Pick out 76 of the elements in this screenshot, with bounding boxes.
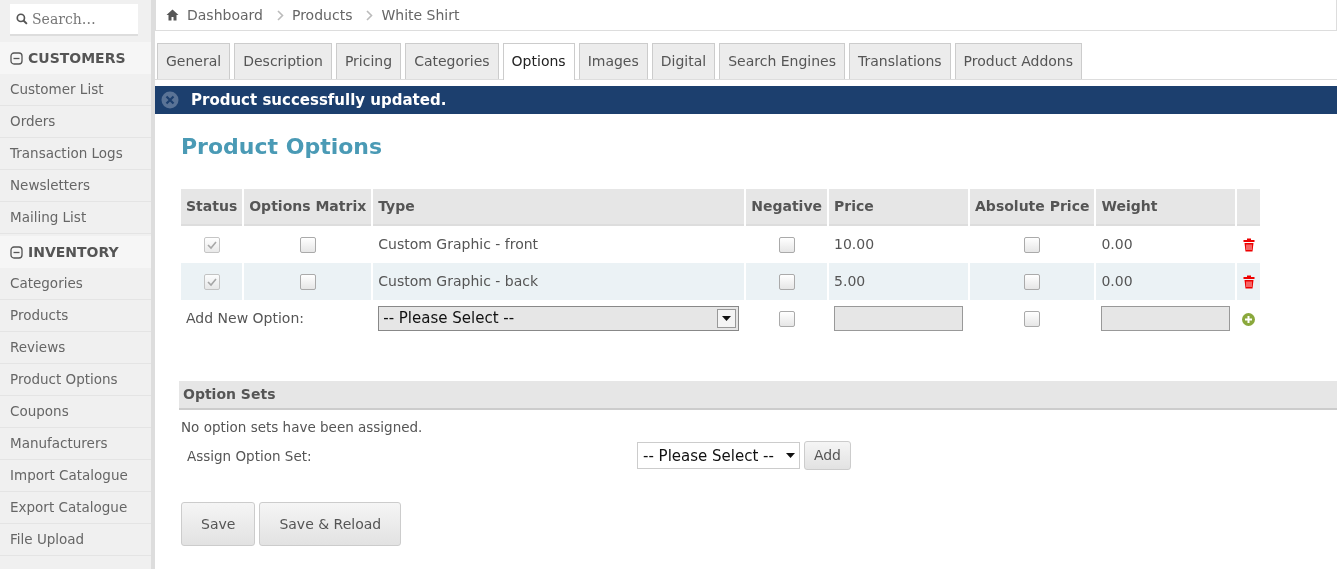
sidebar-item[interactable]: Mailing List — [0, 202, 151, 234]
field-label: Add New Option: — [185, 309, 305, 328]
sidebar-item[interactable]: Transaction Logs — [0, 138, 151, 170]
section-header[interactable]: CUSTOMERS — [0, 42, 151, 74]
checkbox[interactable] — [778, 311, 795, 327]
column-header: Options Matrix — [244, 189, 372, 226]
chevron-icon — [366, 9, 374, 21]
save-button[interactable]: Save — [181, 502, 256, 547]
table-cell: 0.00 — [1096, 263, 1236, 300]
add-button[interactable]: Add — [803, 441, 851, 471]
field-label: Assign Option Set: — [187, 446, 313, 466]
close-icon[interactable] — [161, 91, 179, 109]
tab[interactable]: Search Engines — [719, 43, 845, 79]
dropdown-arrow-icon — [722, 316, 732, 321]
dropdown-arrow-icon — [785, 453, 795, 459]
checkbox[interactable] — [778, 237, 795, 253]
table-cell-text: 10.00 — [833, 235, 876, 254]
sidebar-item[interactable]: Customer List — [0, 74, 151, 106]
tab[interactable]: Description — [234, 43, 332, 79]
column-header: Absolute Price — [970, 189, 1095, 226]
column-header: Negative — [746, 189, 828, 226]
tab[interactable]: Images — [578, 43, 648, 79]
option-set-select[interactable]: -- Please Select -- — [637, 442, 800, 470]
option-type-select[interactable]: -- Please Select -- — [378, 306, 740, 331]
sidebar-item[interactable]: Export Catalogue — [0, 492, 151, 524]
search-field[interactable]: Search… — [10, 4, 138, 36]
column-header: Weight — [1096, 189, 1236, 226]
home-icon — [166, 9, 179, 21]
tab[interactable]: Options — [502, 43, 575, 80]
trash-icon[interactable] — [1242, 275, 1255, 289]
tab[interactable]: Digital — [651, 43, 716, 79]
checkbox[interactable] — [778, 274, 795, 290]
breadcrumb-link[interactable]: Products — [291, 4, 353, 26]
table-cell: Custom Graphic - back — [373, 263, 745, 300]
tab[interactable]: Pricing — [335, 43, 402, 79]
section-title: INVENTORY — [28, 243, 119, 262]
section-title: Option Sets — [183, 385, 276, 404]
sidebar-item[interactable]: Coupons — [0, 396, 151, 428]
checkbox[interactable] — [299, 237, 316, 253]
tab[interactable]: Categories — [405, 43, 499, 79]
sidebar-item[interactable]: Reviews — [0, 332, 151, 364]
add-icon[interactable] — [1242, 312, 1256, 326]
breadcrumb-link[interactable]: White Shirt — [381, 4, 460, 26]
weight-input[interactable] — [1101, 306, 1231, 331]
checkbox[interactable] — [1024, 311, 1041, 327]
sidebar-item[interactable]: Products — [0, 300, 151, 332]
search-icon — [16, 11, 28, 27]
sidebar-item[interactable]: Newsletters — [0, 170, 151, 202]
column-header: Status — [181, 189, 243, 226]
sidebar-item[interactable]: Orders — [0, 106, 151, 138]
table-cell-text: Custom Graphic - front — [377, 235, 540, 254]
sidebar-item[interactable]: Manufacturers — [0, 428, 151, 460]
price-input[interactable] — [834, 306, 964, 331]
section-header[interactable]: INVENTORY — [0, 236, 151, 268]
page-heading: Product Options — [181, 133, 384, 161]
column-header: Type — [373, 189, 745, 226]
sidebar-item[interactable]: Product Options — [0, 364, 151, 396]
checkbox[interactable] — [1024, 237, 1041, 253]
checkbox[interactable] — [1024, 274, 1041, 290]
tab[interactable]: Translations — [849, 43, 951, 79]
checkbox[interactable] — [299, 274, 316, 290]
tab[interactable]: Product Addons — [954, 43, 1083, 79]
chevron-icon — [276, 9, 284, 21]
column-header: Price — [829, 189, 969, 226]
tab[interactable]: General — [157, 43, 231, 79]
section-title: CUSTOMERS — [28, 49, 126, 68]
breadcrumb-link[interactable]: Dashboard — [187, 4, 263, 26]
alert-message: Product successfully updated. — [191, 89, 447, 111]
trash-icon[interactable] — [1242, 238, 1255, 252]
table-cell: 5.00 — [829, 263, 969, 300]
sidebar-item[interactable]: Categories — [0, 268, 151, 300]
empty-message: No option sets have been assigned. — [181, 418, 424, 437]
sidebar-item[interactable]: File Upload — [0, 524, 151, 556]
table-cell-text: 0.00 — [1100, 235, 1134, 254]
sidebar-item[interactable]: Import Catalogue — [0, 460, 151, 492]
save-reload-button[interactable]: Save & Reload — [259, 502, 402, 547]
